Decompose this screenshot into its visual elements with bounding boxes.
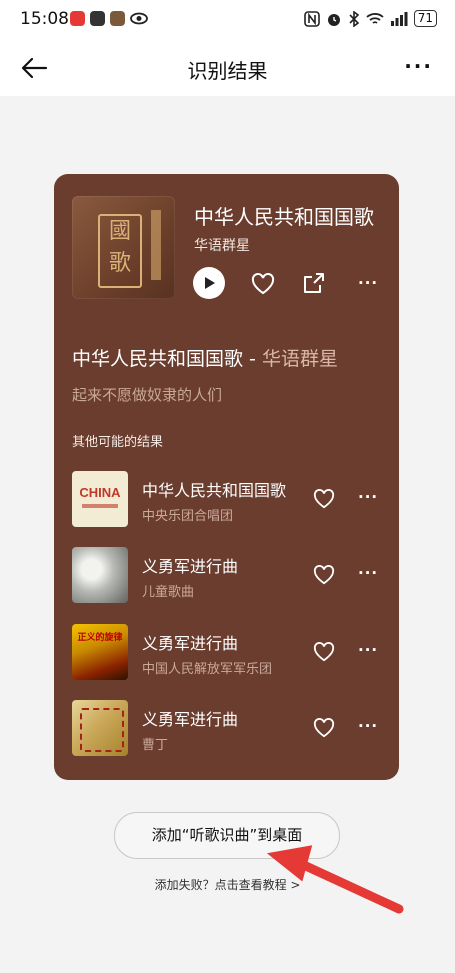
wifi-icon bbox=[366, 12, 384, 24]
result-title: 义勇军进行曲 bbox=[142, 710, 239, 729]
lyric-title-main: 中华人民共和国国歌 - bbox=[72, 348, 262, 370]
thumbnail-label: CHINA bbox=[79, 485, 121, 500]
song-title: 中华人民共和国国歌 bbox=[194, 205, 374, 229]
result-artist: 中央乐团合唱团 bbox=[142, 509, 234, 524]
favorite-heart-icon[interactable] bbox=[313, 642, 335, 662]
album-cover-mark: 國歌 bbox=[98, 214, 142, 288]
result-title: 中华人民共和国国歌 bbox=[142, 481, 287, 500]
page-title: 识别结果 bbox=[187, 59, 268, 83]
album-cover-strip bbox=[151, 210, 161, 280]
system-status-icons: 71 bbox=[303, 10, 437, 27]
signal-icon bbox=[390, 11, 408, 26]
favorite-heart-icon[interactable] bbox=[313, 489, 335, 509]
result-artist: 儿童歌曲 bbox=[142, 585, 195, 600]
other-results-label: 其他可能的结果 bbox=[72, 435, 164, 450]
other-result-item[interactable]: 义勇军进行曲 儿童歌曲 ··· bbox=[54, 547, 399, 607]
result-more-button[interactable]: ··· bbox=[358, 641, 378, 659]
result-more-button[interactable]: ··· bbox=[358, 564, 378, 582]
status-time: 15:08 bbox=[20, 9, 69, 29]
notification-app-icon bbox=[90, 11, 105, 26]
other-result-item[interactable]: 义勇军进行曲 曹丁 ··· bbox=[54, 700, 399, 760]
song-more-button[interactable]: ··· bbox=[358, 274, 378, 292]
favorite-heart-icon[interactable] bbox=[251, 273, 275, 295]
result-title: 义勇军进行曲 bbox=[142, 557, 239, 576]
play-button[interactable] bbox=[193, 267, 225, 299]
nfc-icon bbox=[303, 10, 320, 27]
result-more-button[interactable]: ··· bbox=[358, 717, 378, 735]
result-artist: 曹丁 bbox=[142, 738, 169, 753]
title-bar: 识别结果 ··· bbox=[0, 40, 455, 96]
alarm-icon bbox=[327, 13, 340, 26]
thumbnail-label: 正义的旋律 bbox=[77, 633, 123, 643]
song-artist[interactable]: 华语群星 bbox=[194, 235, 250, 255]
status-bar: 15:08 71 bbox=[0, 0, 455, 40]
notification-icons bbox=[70, 11, 148, 26]
result-artist: 中国人民解放军军乐团 bbox=[142, 662, 273, 677]
result-thumbnail bbox=[72, 700, 128, 756]
other-result-item[interactable]: CHINA 中华人民共和国国歌 中央乐团合唱团 ··· bbox=[54, 471, 399, 531]
notification-app-icon bbox=[110, 11, 125, 26]
favorite-heart-icon[interactable] bbox=[313, 565, 335, 585]
lyric-song-title: 中华人民共和国国歌 - 华语群星 bbox=[72, 344, 338, 371]
result-thumbnail bbox=[72, 547, 128, 603]
result-card: 國歌 中华人民共和国国歌 华语群星 ··· 中华人民共和国国歌 - 华语群星 起… bbox=[54, 174, 399, 780]
battery-level: 71 bbox=[413, 10, 437, 27]
album-cover[interactable]: 國歌 bbox=[72, 196, 175, 299]
play-icon bbox=[205, 277, 215, 289]
result-thumbnail: CHINA bbox=[72, 471, 128, 527]
lyric-title-artist: 华语群星 bbox=[261, 348, 338, 370]
bluetooth-icon bbox=[349, 10, 359, 27]
result-title: 义勇军进行曲 bbox=[142, 634, 239, 653]
result-thumbnail: 正义的旋律 bbox=[72, 624, 128, 680]
more-options-button[interactable]: ··· bbox=[404, 54, 433, 78]
lyric-line: 起来不愿做奴隶的人们 bbox=[72, 386, 223, 404]
favorite-heart-icon[interactable] bbox=[313, 718, 335, 738]
share-icon[interactable] bbox=[303, 272, 325, 294]
annotation-arrow-icon bbox=[266, 845, 404, 914]
other-result-item[interactable]: 正义的旋律 义勇军进行曲 中国人民解放军军乐团 ··· bbox=[54, 624, 399, 684]
notification-app-icon bbox=[70, 11, 85, 26]
eye-icon bbox=[130, 12, 148, 25]
result-more-button[interactable]: ··· bbox=[358, 488, 378, 506]
